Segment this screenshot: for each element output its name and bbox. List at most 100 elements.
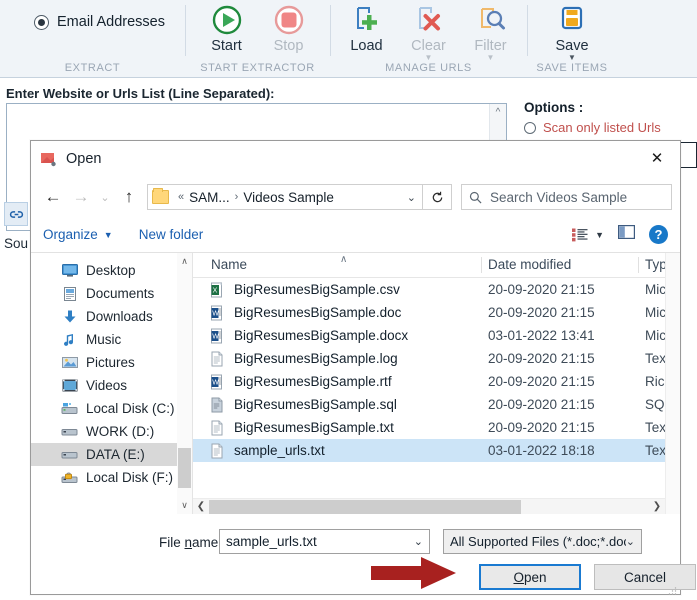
load-button[interactable]: Load xyxy=(336,2,398,54)
chevron-down-icon[interactable]: ⌄ xyxy=(414,535,423,548)
breadcrumb-bar[interactable]: « SAM... › Videos Sample ⌄ xyxy=(147,184,423,210)
document-search-icon xyxy=(474,4,508,38)
radio-unselected-icon[interactable] xyxy=(524,121,536,134)
nav-item-pictures[interactable]: Pictures xyxy=(31,351,192,374)
clear-caret-icon[interactable]: ▼ xyxy=(425,54,433,62)
history-dropdown-button[interactable]: ⌄ xyxy=(95,183,115,211)
file-name-input[interactable]: sample_urls.txt ⌄ xyxy=(219,529,430,554)
chevron-right-icon[interactable]: ❯ xyxy=(649,501,665,512)
text-file-icon xyxy=(211,443,227,459)
chevron-down-icon[interactable]: ⌄ xyxy=(407,191,418,204)
nav-label: Documents xyxy=(86,286,155,301)
app-ribbon: Email Addresses EXTRACT Start Stop START… xyxy=(0,0,697,78)
filter-caret-icon[interactable]: ▼ xyxy=(487,54,495,62)
table-row[interactable]: W BigResumesBigSample.rtf 20-09-2020 21:… xyxy=(193,370,680,393)
file-name: BigResumesBigSample.csv xyxy=(234,282,400,297)
scrollbar-thumb[interactable] xyxy=(209,499,521,514)
ribbon-group-extract: Email Addresses EXTRACT xyxy=(0,0,185,78)
source-label: Sou xyxy=(4,236,29,251)
chevron-up-icon[interactable]: ∧ xyxy=(177,256,192,267)
ribbon-group-save-items: Save ▼ SAVE ITEMS xyxy=(527,0,617,78)
breadcrumb-current[interactable]: Videos Sample xyxy=(243,190,334,205)
dialog-title-bar[interactable]: Open ✕ xyxy=(31,141,680,177)
column-header-name[interactable]: Name xyxy=(211,257,247,272)
column-divider[interactable] xyxy=(481,257,482,273)
save-button[interactable]: Save ▼ xyxy=(541,2,603,62)
nav-label: WORK (D:) xyxy=(86,424,155,439)
scan-only-option[interactable]: Scan only listed Urls xyxy=(524,120,661,135)
view-options-button[interactable]: ▼ xyxy=(572,228,604,242)
table-row[interactable]: W BigResumesBigSample.docx 03-01-2022 13… xyxy=(193,324,680,347)
chevron-down-icon[interactable]: ∨ xyxy=(177,500,192,511)
file-date: 20-09-2020 21:15 xyxy=(488,420,595,435)
nav-item-music[interactable]: Music xyxy=(31,328,192,351)
organize-button[interactable]: Organize ▼ xyxy=(43,227,113,242)
nav-item-documents[interactable]: Documents xyxy=(31,282,192,305)
word-file-icon: W xyxy=(211,305,227,321)
table-row[interactable]: sample_urls.txt 03-01-2022 18:18 Text xyxy=(193,439,680,462)
nav-label: DATA (E:) xyxy=(86,447,145,462)
up-button[interactable]: ↑ xyxy=(115,183,143,211)
forward-button[interactable]: → xyxy=(67,183,95,211)
svg-text:X: X xyxy=(213,287,218,294)
extract-option-row[interactable]: Email Addresses xyxy=(20,0,165,30)
back-button[interactable]: ← xyxy=(39,183,67,211)
stop-button[interactable]: Stop xyxy=(258,2,320,54)
organize-label: Organize xyxy=(43,227,98,242)
resize-grip-icon[interactable] xyxy=(667,583,677,595)
locked-drive-icon xyxy=(61,470,78,485)
navigation-pane-scrollbar[interactable]: ∧ ∨ xyxy=(177,253,192,514)
chevron-left-icon[interactable]: ❮ xyxy=(193,501,209,512)
dialog-bottom-bar: File name: sample_urls.txt ⌄ All Support… xyxy=(31,514,696,596)
table-row[interactable]: BigResumesBigSample.sql 20-09-2020 21:15… xyxy=(193,393,680,416)
open-button[interactable]: Open xyxy=(479,564,581,590)
file-type-filter-dropdown[interactable]: All Supported Files (*.doc;*.doc ⌄ xyxy=(443,529,642,554)
open-file-dialog: Open ✕ ← → ⌄ ↑ « SAM... › Videos Sample … xyxy=(30,140,696,596)
cancel-button[interactable]: Cancel xyxy=(594,564,696,590)
chevron-up-icon[interactable]: ^ xyxy=(490,107,506,118)
dialog-main: Desktop Documents Downloads Music Pictur… xyxy=(31,253,680,514)
breadcrumb-overflow[interactable]: « xyxy=(178,191,184,203)
nav-item-local-disk-f[interactable]: Local Disk (F:) xyxy=(31,466,192,489)
preview-pane-button[interactable] xyxy=(618,225,636,244)
column-header-date-modified[interactable]: Date modified xyxy=(488,257,571,272)
help-icon[interactable]: ? xyxy=(649,225,668,244)
view-caret-icon[interactable]: ▼ xyxy=(595,230,604,240)
column-divider[interactable] xyxy=(638,257,639,273)
nav-item-local-disk-c[interactable]: Local Disk (C:) xyxy=(31,397,192,420)
radio-selected-icon[interactable] xyxy=(34,14,49,30)
red-arrow-right-icon xyxy=(371,556,456,590)
ribbon-groups: Email Addresses EXTRACT Start Stop START… xyxy=(0,0,697,78)
table-row[interactable]: X BigResumesBigSample.csv 20-09-2020 21:… xyxy=(193,278,680,301)
ribbon-group-label-save-items: SAVE ITEMS xyxy=(536,62,608,74)
save-caret-icon[interactable]: ▼ xyxy=(568,54,576,62)
chevron-down-icon[interactable]: ⌄ xyxy=(626,535,635,548)
file-list-vertical-scrollbar[interactable] xyxy=(665,253,680,514)
table-row[interactable]: BigResumesBigSample.txt 20-09-2020 21:15… xyxy=(193,416,680,439)
nav-item-data-e[interactable]: DATA (E:) xyxy=(31,443,192,466)
navigation-list: Desktop Documents Downloads Music Pictur… xyxy=(31,253,192,489)
table-row[interactable]: BigResumesBigSample.log 20-09-2020 21:15… xyxy=(193,347,680,370)
search-input[interactable]: Search Videos Sample xyxy=(461,184,672,210)
drive-icon xyxy=(61,447,78,462)
nav-item-desktop[interactable]: Desktop xyxy=(31,259,192,282)
refresh-button[interactable] xyxy=(423,184,452,210)
nav-item-downloads[interactable]: Downloads xyxy=(31,305,192,328)
link-button[interactable] xyxy=(4,202,28,226)
new-folder-button[interactable]: New folder xyxy=(139,227,204,242)
file-date: 20-09-2020 21:15 xyxy=(488,305,595,320)
table-row[interactable]: W BigResumesBigSample.doc 20-09-2020 21:… xyxy=(193,301,680,324)
breadcrumb-parent[interactable]: SAM... xyxy=(189,190,230,205)
clear-button[interactable]: Clear ▼ xyxy=(398,2,460,62)
nav-item-videos[interactable]: Videos xyxy=(31,374,192,397)
file-name: BigResumesBigSample.txt xyxy=(234,420,394,435)
nav-item-work-d[interactable]: WORK (D:) xyxy=(31,420,192,443)
extract-option-label: Email Addresses xyxy=(57,14,165,30)
scrollbar-thumb[interactable] xyxy=(178,448,191,488)
music-icon xyxy=(61,332,78,347)
word-file-icon: W xyxy=(211,328,227,344)
file-list-horizontal-scrollbar[interactable]: ❮ ❯ xyxy=(193,498,665,514)
filter-button[interactable]: Filter ▼ xyxy=(460,2,522,62)
close-icon[interactable]: ✕ xyxy=(634,141,680,175)
start-button[interactable]: Start xyxy=(196,2,258,54)
